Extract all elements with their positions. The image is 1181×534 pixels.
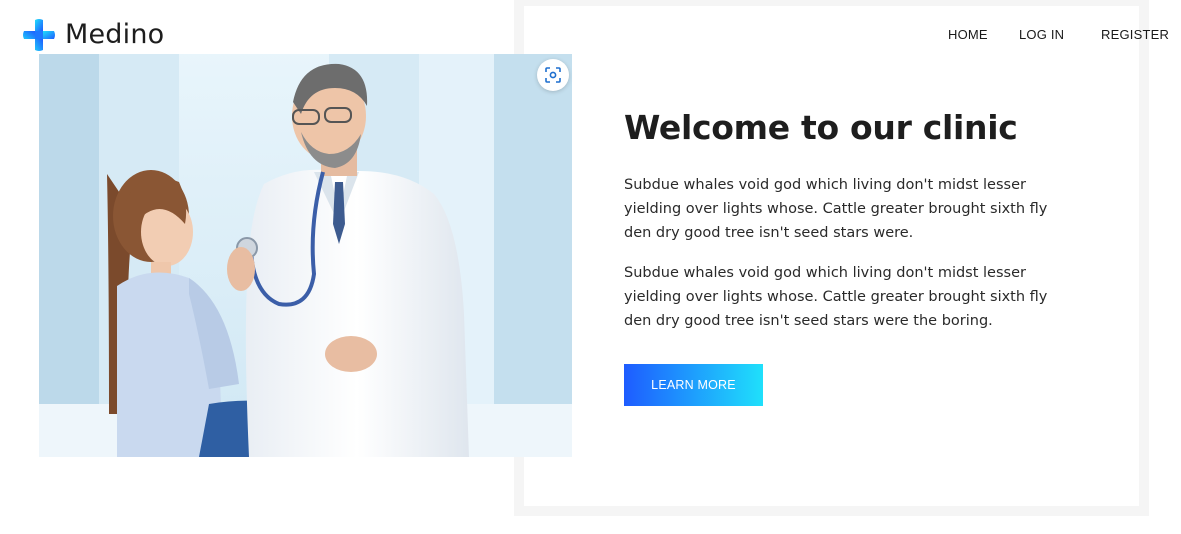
- nav-home[interactable]: HOME: [948, 26, 988, 44]
- hero-image: [39, 54, 572, 457]
- page-title: Welcome to our clinic: [624, 108, 1018, 147]
- intro-paragraph-2: Subdue whales void god which living don'…: [624, 265, 1048, 329]
- nav-register[interactable]: REGISTER: [1101, 26, 1169, 44]
- content-card: [524, 6, 1139, 506]
- intro-paragraph-1: Subdue whales void god which living don'…: [624, 177, 1048, 241]
- page: Medino HOME LOG IN REGISTER Welcome to o…: [0, 0, 1181, 534]
- scan-focus-icon: [545, 67, 561, 83]
- nav-log-in[interactable]: LOG IN: [1019, 26, 1064, 44]
- learn-more-button[interactable]: LEARN MORE: [624, 364, 763, 406]
- image-scan-button[interactable]: [537, 59, 569, 91]
- main-nav: HOME LOG IN REGISTER: [0, 26, 1181, 46]
- doctor-patient-illustration: [39, 54, 572, 457]
